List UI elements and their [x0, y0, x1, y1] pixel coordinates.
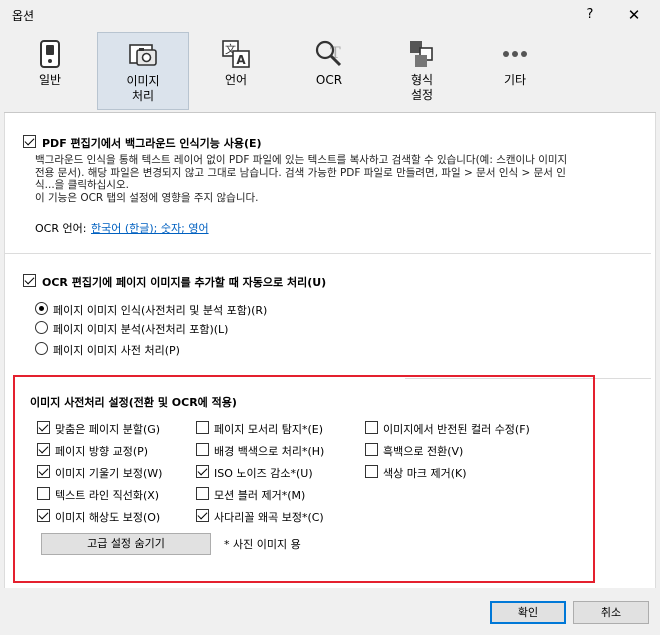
- tab-format-settings-label: 형식 설정: [410, 73, 434, 102]
- tab-language[interactable]: 文 A 언어: [192, 32, 280, 110]
- photo-footnote: * 사진 이미지 용: [224, 538, 301, 551]
- tab-ocr-label: OCR: [315, 73, 343, 87]
- ok-button[interactable]: 확인: [490, 601, 566, 624]
- detect-page-edges-checkbox[interactable]: [196, 421, 209, 434]
- pdf-desc-line-2: 전용 문서). 해당 파일은 변경되지 않고 그대로 남습니다. 검색 가능한 …: [35, 166, 566, 179]
- image-processing-panel: PDF 편집기에서 백그라운드 인식기능 사용(E) 백그라운드 인식을 통해 …: [4, 113, 656, 588]
- analyze-page-image-radio[interactable]: [35, 321, 48, 334]
- remove-motion-blur-label[interactable]: 모션 블러 제거*(M): [214, 487, 305, 503]
- svg-text:A: A: [236, 53, 246, 67]
- invert-colors-checkbox[interactable]: [365, 421, 378, 434]
- cancel-button[interactable]: 취소: [573, 601, 649, 624]
- section-divider-1: [5, 253, 651, 254]
- trapezoid-correction-label[interactable]: 사다리꼴 왜곡 보정*(C): [214, 509, 324, 525]
- tab-bar: 일반 이미지 처리 文 A 언어 T OCR 형식 설정 기타: [0, 30, 660, 112]
- ocr-auto-process-checkbox[interactable]: [23, 274, 36, 287]
- whiten-background-checkbox[interactable]: [196, 443, 209, 456]
- more-dots-icon: [503, 51, 527, 57]
- iso-noise-reduction-checkbox[interactable]: [196, 465, 209, 478]
- straighten-lines-label[interactable]: 텍스트 라인 직선화(X): [55, 487, 159, 503]
- help-button[interactable]: ?: [580, 5, 600, 25]
- preprocess-page-image-radio[interactable]: [35, 342, 48, 355]
- toggle-switch-icon: [40, 40, 60, 68]
- convert-black-white-checkbox[interactable]: [365, 443, 378, 456]
- convert-black-white-label[interactable]: 흑백으로 전환(V): [383, 443, 463, 459]
- image-camera-icon: [129, 44, 157, 66]
- ocr-language-link[interactable]: 한국어 (한글); 숫자; 영어: [91, 220, 209, 236]
- deskew-label[interactable]: 이미지 기울기 보정(W): [55, 465, 162, 481]
- remove-color-marks-label[interactable]: 색상 마크 제거(K): [383, 465, 467, 481]
- page-orientation-checkbox[interactable]: [37, 443, 50, 456]
- deskew-checkbox[interactable]: [37, 465, 50, 478]
- tab-format-settings[interactable]: 형식 설정: [378, 32, 466, 110]
- hide-advanced-settings-button[interactable]: 고급 설정 숨기기: [41, 533, 211, 555]
- page-orientation-label[interactable]: 페이지 방향 교정(P): [55, 443, 148, 459]
- tab-general-label: 일반: [38, 73, 62, 87]
- remove-motion-blur-checkbox[interactable]: [196, 487, 209, 500]
- pdf-desc-line-4: 이 기능은 OCR 탭의 설정에 영향을 주지 않습니다.: [35, 191, 259, 204]
- straighten-lines-checkbox[interactable]: [37, 487, 50, 500]
- remove-color-marks-checkbox[interactable]: [365, 465, 378, 478]
- tab-language-label: 언어: [224, 73, 248, 87]
- resolution-correction-checkbox[interactable]: [37, 509, 50, 522]
- preprocess-page-image-label[interactable]: 페이지 이미지 사전 처리(P): [53, 342, 180, 358]
- tab-more-label: 기타: [503, 73, 527, 87]
- pdf-desc-line-1: 백그라운드 인식을 통해 텍스트 레이어 없이 PDF 파일에 있는 텍스트를 …: [35, 154, 568, 166]
- preprocessing-title: 이미지 사전처리 설정(전환 및 OCR에 적용): [30, 396, 237, 409]
- analyze-page-image-label[interactable]: 페이지 이미지 분석(사전처리 포함)(L): [53, 321, 228, 337]
- invert-colors-label[interactable]: 이미지에서 반전된 컬러 수정(F): [383, 421, 530, 437]
- ocr-auto-process-label[interactable]: OCR 편집기에 페이지 이미지를 추가할 때 자동으로 처리(U): [42, 274, 326, 290]
- preprocessing-settings-group: 이미지 사전처리 설정(전환 및 OCR에 적용) 맞춤은 페이지 분할(G) …: [13, 375, 595, 583]
- pdf-background-recognition-checkbox[interactable]: [23, 135, 36, 148]
- format-documents-icon: [410, 41, 433, 67]
- ocr-language-label: OCR 언어:: [35, 222, 87, 235]
- tab-ocr[interactable]: T OCR: [285, 32, 373, 110]
- translate-icon: 文 A: [222, 40, 250, 68]
- tab-more[interactable]: 기타: [471, 32, 559, 110]
- split-facing-pages-label[interactable]: 맞춤은 페이지 분할(G): [55, 421, 160, 437]
- tab-image-processing-label: 이미지 처리: [126, 74, 160, 103]
- pdf-background-recognition-label[interactable]: PDF 편집기에서 백그라운드 인식기능 사용(E): [42, 135, 262, 151]
- tab-general[interactable]: 일반: [6, 32, 94, 110]
- pdf-recognition-description: 백그라운드 인식을 통해 텍스트 레이어 없이 PDF 파일에 있는 텍스트를 …: [35, 154, 645, 204]
- pdf-desc-line-3: 식...을 클릭하십시오.: [35, 179, 129, 191]
- split-facing-pages-checkbox[interactable]: [37, 421, 50, 434]
- trapezoid-correction-checkbox[interactable]: [196, 509, 209, 522]
- window-title: 옵션: [12, 9, 35, 23]
- title-bar: 옵션 ? ✕: [0, 0, 660, 30]
- detect-page-edges-label[interactable]: 페이지 모서리 탐지*(E): [214, 421, 323, 437]
- resolution-correction-label[interactable]: 이미지 해상도 보정(O): [55, 509, 160, 525]
- ocr-magnifier-icon: T: [315, 40, 342, 67]
- whiten-background-label[interactable]: 배경 백색으로 처리*(H): [214, 443, 324, 459]
- recognize-page-image-radio[interactable]: [35, 302, 48, 315]
- recognize-page-image-label[interactable]: 페이지 이미지 인식(사전처리 및 분석 포함)(R): [53, 302, 267, 318]
- tab-image-processing[interactable]: 이미지 처리: [97, 32, 189, 110]
- iso-noise-reduction-label[interactable]: ISO 노이즈 감소*(U): [214, 465, 313, 481]
- close-button[interactable]: ✕: [624, 5, 644, 25]
